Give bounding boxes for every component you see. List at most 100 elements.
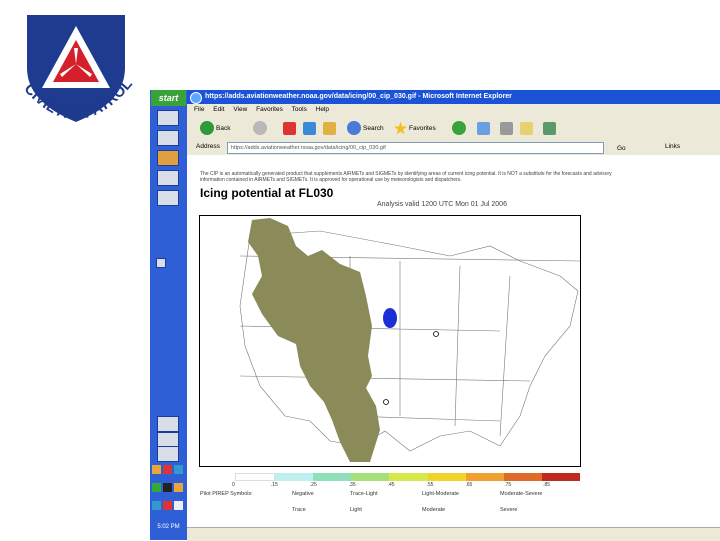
browser-window: https://adds.aviationweather.noaa.gov/da… [187, 90, 720, 541]
pirep-trace-light: Trace-Light [350, 491, 378, 497]
disclaimer-text: The CIP is an automatically generated pr… [200, 171, 612, 183]
discuss-button[interactable] [543, 120, 556, 136]
legend-swatch [275, 473, 314, 481]
pirep-symbol [433, 331, 439, 337]
tray-icon[interactable] [152, 501, 161, 510]
system-tray [151, 462, 186, 510]
tray-icon[interactable] [152, 465, 161, 474]
tray-icon[interactable] [174, 465, 183, 474]
legend-swatch [465, 473, 504, 481]
discuss-icon [543, 121, 556, 135]
forward-button[interactable] [253, 120, 267, 136]
pirep-severe: Severe [500, 507, 518, 513]
tray-icon[interactable] [174, 501, 183, 510]
tray-icon[interactable] [156, 258, 166, 268]
browser-toolbar: Back Search Favorites [187, 117, 720, 139]
back-button[interactable]: Back [200, 120, 230, 136]
legend-label: .75 [504, 482, 512, 488]
us-map [239, 218, 581, 462]
menu-favorites[interactable]: Favorites [256, 106, 283, 113]
pirep-symbol [383, 399, 389, 405]
tray-icon[interactable] [152, 483, 161, 492]
taskbar-button[interactable] [157, 150, 179, 166]
go-button[interactable]: Go [617, 142, 626, 156]
taskbar-button[interactable] [157, 416, 179, 432]
address-input[interactable]: https://adds.aviationweather.noaa.gov/da… [227, 142, 604, 154]
history-icon [452, 121, 466, 135]
mail-icon [477, 121, 490, 135]
taskbar-button[interactable] [157, 446, 179, 462]
home-icon [323, 121, 336, 135]
stop-button[interactable] [283, 120, 296, 136]
icing-map [199, 215, 581, 467]
menu-help[interactable]: Help [316, 106, 329, 113]
printer-icon [500, 121, 513, 135]
window-titlebar[interactable]: https://adds.aviationweather.noaa.gov/da… [187, 90, 720, 104]
address-bar: Address https://adds.aviationweather.noa… [187, 140, 720, 154]
pirep-trace: Trace [292, 507, 306, 513]
menu-bar: File Edit View Favorites Tools Help [187, 104, 720, 115]
legend-label: .35 [348, 482, 356, 488]
pirep-light: Light [350, 507, 362, 513]
star-icon [394, 121, 407, 135]
search-icon [347, 121, 361, 135]
legend-swatch [351, 473, 390, 481]
search-button[interactable]: Search [347, 120, 384, 136]
pirep-icing-blob [383, 308, 397, 328]
start-button[interactable]: start [151, 90, 186, 106]
plot-title: Icing potential at FL030 [200, 186, 334, 200]
address-label: Address [196, 143, 220, 150]
tray-icon[interactable] [163, 501, 172, 510]
links-button[interactable]: Links [665, 140, 680, 154]
taskbar-button-active[interactable] [157, 170, 179, 186]
menu-file[interactable]: File [194, 106, 204, 113]
edit-button[interactable] [520, 120, 533, 136]
pirep-moderate-severe: Moderate-Severe [500, 491, 543, 497]
legend-label: 0 [232, 482, 235, 488]
edit-icon [520, 121, 533, 135]
internet-explorer-icon [190, 92, 202, 104]
taskbar-button[interactable] [157, 190, 179, 206]
status-bar [187, 527, 720, 541]
legend-swatch [541, 473, 580, 481]
legend-swatch [235, 473, 276, 481]
menu-tools[interactable]: Tools [292, 106, 307, 113]
taskbar-button[interactable] [157, 130, 179, 146]
valid-time: Analysis valid 1200 UTC Mon 01 Jul 2006 [377, 201, 507, 208]
forward-arrow-icon [253, 121, 267, 135]
tray-icon[interactable] [174, 483, 183, 492]
window-title: https://adds.aviationweather.noaa.gov/da… [205, 93, 512, 100]
legend-label: .25 [309, 482, 317, 488]
back-arrow-icon [200, 121, 214, 135]
legend-swatch [427, 473, 466, 481]
taskbar-clock: 5:02 PM [157, 524, 180, 530]
tray-icon[interactable] [163, 465, 172, 474]
civil-air-patrol-logo: CIVIL AIR PATROL [8, 8, 144, 132]
refresh-icon [303, 121, 316, 135]
mail-button[interactable] [477, 120, 490, 136]
home-button[interactable] [323, 120, 336, 136]
legend-swatch [503, 473, 542, 481]
taskbar-button[interactable] [157, 110, 179, 126]
print-button[interactable] [500, 120, 513, 136]
page-content: The CIP is an automatically generated pr… [187, 155, 720, 540]
legend-label: .45 [387, 482, 395, 488]
menu-view[interactable]: View [233, 106, 247, 113]
probability-legend [235, 473, 580, 481]
pirep-light-moderate: Light-Moderate [422, 491, 459, 497]
legend-swatch [389, 473, 428, 481]
stop-icon [283, 121, 296, 135]
pirep-moderate: Moderate [422, 507, 446, 513]
legend-label: .55 [426, 482, 434, 488]
favorites-button[interactable]: Favorites [394, 120, 436, 136]
legend-label: .15 [270, 482, 278, 488]
refresh-button[interactable] [303, 120, 316, 136]
legend-labels: 0 .15 .25 .35 .45 .55 .65 .75 .85 [232, 482, 582, 488]
pirep-header: Pilot PIREP Symbols: [200, 491, 253, 497]
legend-label: .85 [543, 482, 551, 488]
menu-edit[interactable]: Edit [213, 106, 224, 113]
tray-icon[interactable] [163, 483, 172, 492]
history-button[interactable] [452, 120, 466, 136]
legend-swatch [313, 473, 352, 481]
legend-label: .65 [465, 482, 473, 488]
